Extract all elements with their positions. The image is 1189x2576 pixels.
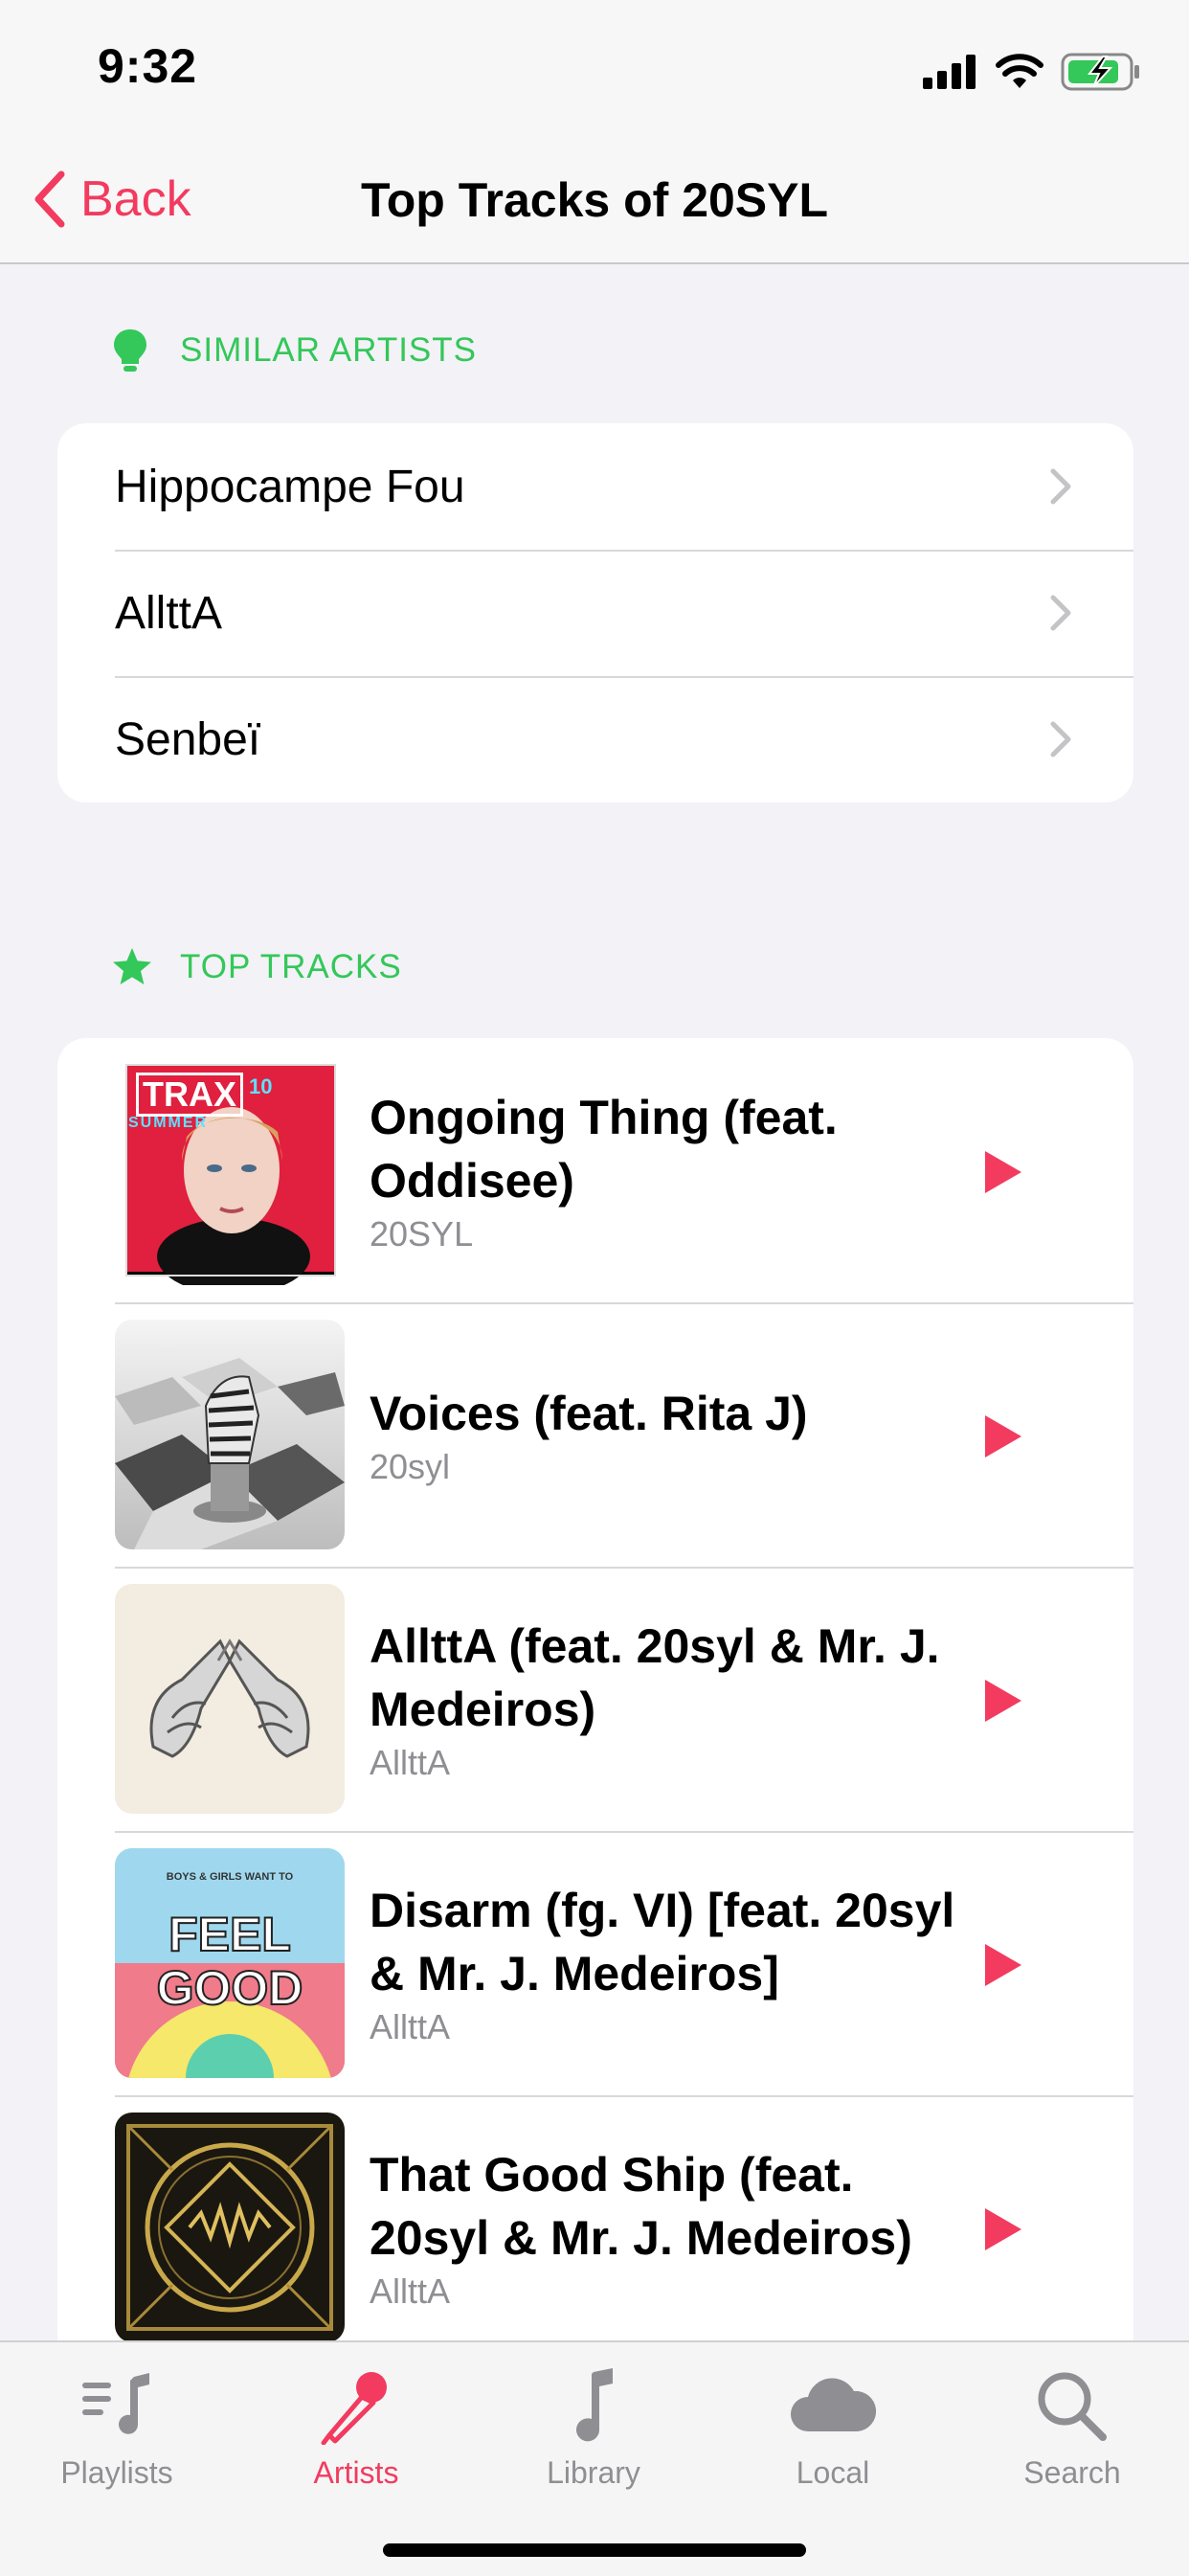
album-art: [115, 2113, 345, 2342]
microphone-icon: [321, 2372, 387, 2445]
status-bar: 9:32: [0, 0, 1189, 134]
tab-playlists[interactable]: Playlists: [21, 2363, 213, 2491]
track-artist: AllttA: [370, 2271, 451, 2311]
tab-label: Local: [796, 2455, 870, 2490]
artist-name: Hippocampe Fou: [115, 461, 465, 512]
play-icon: [985, 1151, 1021, 1193]
track-title: Disarm (fg. VI) [feat. 20syl & Mr. J. Me…: [370, 1884, 955, 2000]
artist-row[interactable]: AllttA: [57, 550, 1133, 676]
navigation-bar: Back Top Tracks of 20SYL: [0, 134, 1189, 264]
wifi-icon: [996, 54, 1043, 88]
signal-icon: [923, 55, 976, 89]
tab-local[interactable]: Local: [737, 2363, 929, 2491]
cloud-icon: [791, 2378, 877, 2431]
home-indicator: [383, 2543, 806, 2557]
track-title: Ongoing Thing (feat. Oddisee): [370, 1091, 838, 1208]
top-tracks-header-label: TOP TRACKS: [180, 948, 402, 985]
status-icons: [923, 48, 1141, 96]
top-tracks-list: TRAX 10 SUMMER Ongoing Thing (feat. Oddi…: [57, 1038, 1133, 2360]
artist-name: AllttA: [115, 587, 223, 639]
chevron-right-icon: [1050, 721, 1071, 757]
tab-library[interactable]: Library: [498, 2363, 689, 2491]
album-art-label: TRAX: [136, 1073, 243, 1117]
chevron-right-icon: [1050, 468, 1071, 505]
track-artist: 20SYL: [370, 1214, 474, 1254]
album-art: TRAX 10 SUMMER: [115, 1055, 345, 1285]
similar-artists-header-label: SIMILAR ARTISTS: [180, 331, 477, 369]
album-art-number: 10: [249, 1074, 273, 1098]
album-art-tagline: BOYS & GIRLS WANT TO: [166, 1871, 294, 1883]
artist-row[interactable]: Senbeï: [57, 676, 1133, 802]
album-art-title-1: FEEL: [168, 1907, 292, 1962]
play-icon: [985, 2208, 1021, 2250]
tab-artists[interactable]: Artists: [260, 2363, 452, 2491]
play-icon: [985, 1944, 1021, 1986]
track-title: Voices (feat. Rita J): [370, 1387, 808, 1440]
track-row[interactable]: BOYS & GIRLS WANT TO FEEL GOOD Disarm (f…: [57, 1831, 1133, 2095]
battery-charging-icon: [1061, 53, 1139, 91]
artist-row[interactable]: Hippocampe Fou: [57, 423, 1133, 550]
play-icon: [985, 1680, 1021, 1722]
play-button[interactable]: [975, 1408, 1032, 1465]
tab-label: Artists: [313, 2455, 399, 2490]
top-tracks-header: TOP TRACKS: [113, 948, 402, 986]
play-button[interactable]: [975, 2201, 1032, 2258]
track-artist: 20syl: [370, 1447, 451, 1486]
search-icon: [1038, 2372, 1107, 2441]
tab-label: Playlists: [60, 2455, 173, 2490]
album-art-title-2: GOOD: [156, 1960, 304, 2016]
star-icon: [113, 948, 151, 984]
album-art: [115, 1584, 345, 1814]
page-title: Top Tracks of 20SYL: [360, 173, 829, 227]
playlists-icon: [82, 2373, 149, 2434]
track-title: AllttA (feat. 20syl & Mr. J. Medeiros): [370, 1619, 940, 1736]
tab-label: Library: [547, 2455, 640, 2490]
tab-search[interactable]: Search: [976, 2363, 1168, 2491]
chevron-right-icon: [1050, 595, 1071, 631]
album-art-sublabel: SUMMER: [128, 1115, 209, 1131]
tab-label: Search: [1023, 2455, 1121, 2490]
play-icon: [985, 1415, 1021, 1457]
track-row[interactable]: AllttA (feat. 20syl & Mr. J. Medeiros) A…: [57, 1567, 1133, 1831]
play-button[interactable]: [975, 1936, 1032, 1994]
album-art: BOYS & GIRLS WANT TO FEEL GOOD: [115, 1848, 345, 2078]
play-button[interactable]: [975, 1672, 1032, 1729]
track-title: That Good Ship (feat. 20syl & Mr. J. Med…: [370, 2148, 912, 2265]
music-note-icon: [576, 2368, 613, 2442]
similar-artists-header: SIMILAR ARTISTS: [113, 329, 477, 372]
status-time: 9:32: [98, 39, 198, 93]
track-artist: AllttA: [370, 1743, 451, 1782]
lightbulb-icon: [114, 329, 146, 372]
tab-bar: Playlists Artists Library Local Search: [0, 2340, 1189, 2576]
track-artist: AllttA: [370, 2007, 451, 2046]
track-row[interactable]: Voices (feat. Rita J) 20syl: [57, 1302, 1133, 1567]
album-art: [115, 1320, 345, 1549]
artist-name: Senbeï: [115, 713, 261, 765]
track-row[interactable]: That Good Ship (feat. 20syl & Mr. J. Med…: [57, 2095, 1133, 2360]
track-row[interactable]: TRAX 10 SUMMER Ongoing Thing (feat. Oddi…: [57, 1038, 1133, 1302]
play-button[interactable]: [975, 1143, 1032, 1201]
similar-artists-list: Hippocampe Fou AllttA Senbeï: [57, 423, 1133, 802]
